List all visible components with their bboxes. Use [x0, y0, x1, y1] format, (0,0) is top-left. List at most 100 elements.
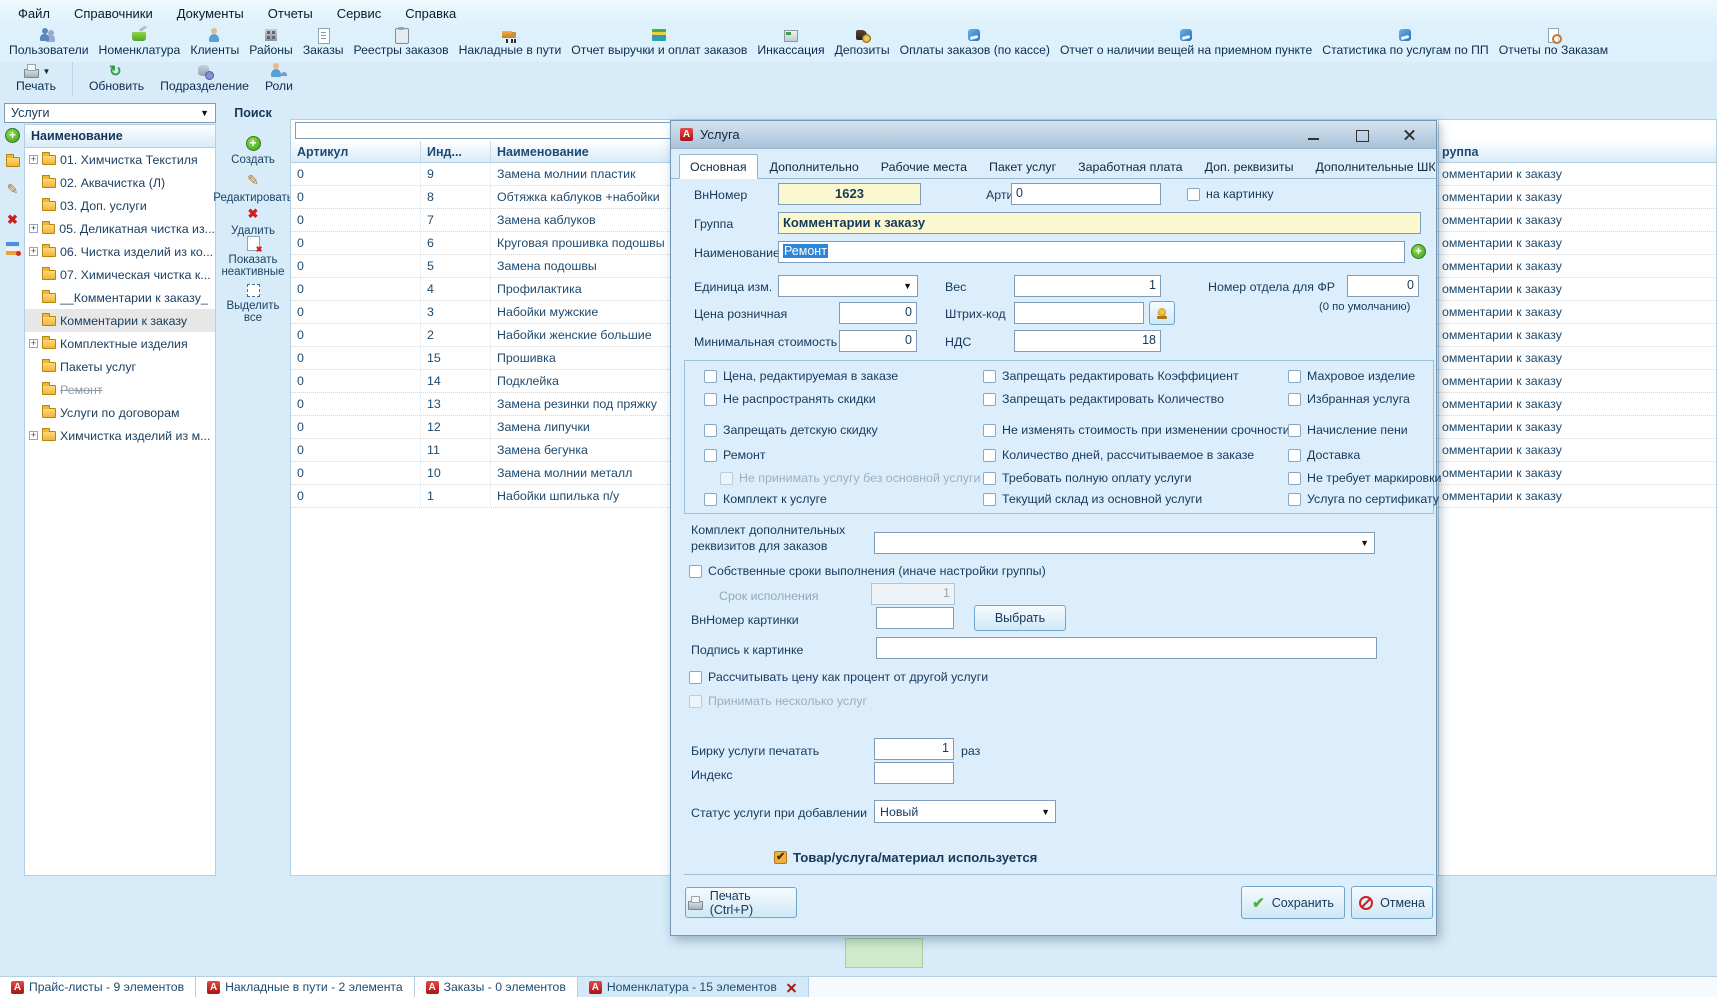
tree-item[interactable]: 06. Чистка изделий из ко...	[25, 240, 215, 263]
delete-button[interactable]: Удалить	[216, 206, 290, 237]
tab-main[interactable]: Основная	[679, 154, 758, 179]
toolbar-collection[interactable]: Инкассация	[752, 26, 829, 58]
maximize-icon[interactable]	[1351, 127, 1373, 143]
chevron-down-icon[interactable]: ▼	[43, 67, 51, 76]
table-cell[interactable]: омментарии к заказу	[1439, 301, 1716, 324]
minimize-icon[interactable]	[1303, 127, 1325, 143]
show-inactive-button[interactable]: Показать неактивные	[216, 236, 290, 278]
expand-icon[interactable]	[29, 339, 38, 348]
tree-item[interactable]: 07. Химическая чистка к...	[25, 263, 215, 286]
column-header-index[interactable]: Инд...	[421, 141, 491, 162]
column-header-article[interactable]: Артикул	[291, 141, 421, 162]
on-image-checkbox[interactable]: на картинку	[1187, 187, 1274, 201]
group-field[interactable]: Комментарии к заказу	[778, 212, 1421, 234]
add-icon[interactable]	[5, 128, 20, 143]
checkbox-require-full-payment[interactable]: Требовать полную оплату услуги	[983, 471, 1192, 485]
refresh-button[interactable]: Обновить	[81, 62, 152, 94]
tree-item[interactable]: Химчистка изделий из м...	[25, 424, 215, 447]
term-field[interactable]: 1	[871, 583, 955, 605]
tree-item[interactable]: 03. Доп. услуги	[25, 194, 215, 217]
toolbar-nomenclature[interactable]: Номенклатура	[94, 26, 186, 58]
checkbox-forbid-coefficient[interactable]: Запрещать редактировать Коэффициент	[983, 369, 1239, 383]
toolbar-order-reports[interactable]: Отчеты по Заказам	[1494, 26, 1613, 58]
layers-icon[interactable]	[6, 242, 20, 255]
vat-field[interactable]: 18	[1014, 330, 1161, 352]
table-cell[interactable]: омментарии к заказу	[1439, 393, 1716, 416]
toolbar-payments[interactable]: Оплаты заказов (по кассе)	[895, 26, 1055, 58]
menu-help[interactable]: Справка	[393, 2, 468, 25]
table-cell[interactable]: омментарии к заказу	[1439, 255, 1716, 278]
tab-nomenclature[interactable]: AНоменклатура - 15 элементов	[578, 977, 809, 997]
menu-service[interactable]: Сервис	[325, 2, 394, 25]
index-field[interactable]	[874, 762, 954, 784]
table-cell[interactable]: омментарии к заказу	[1439, 324, 1716, 347]
tab-price-lists[interactable]: AПрайс-листы - 9 элементов	[0, 977, 196, 997]
print-button[interactable]: ▼ Печать	[8, 62, 64, 94]
tab-workplaces[interactable]: Рабочие места	[871, 155, 977, 178]
create-button[interactable]: Создать	[216, 136, 290, 166]
image-number-field[interactable]	[876, 607, 954, 629]
checkbox-no-accept-without-main[interactable]: Не принимать услугу без основной услуги	[720, 471, 980, 485]
checkbox-repair[interactable]: Ремонт	[704, 448, 766, 462]
checkbox-no-marking[interactable]: Не требует маркировки	[1288, 471, 1441, 485]
unit-select[interactable]: ▼	[778, 275, 918, 297]
toolbar-waybills[interactable]: Накладные в пути	[454, 26, 567, 58]
toolbar-revenue-report[interactable]: Отчет выручки и оплат заказов	[566, 26, 752, 58]
checkbox-no-change-cost-urgency[interactable]: Не изменять стоимость при изменении сроч…	[983, 423, 1290, 437]
table-cell[interactable]: омментарии к заказу	[1439, 232, 1716, 255]
checkbox-no-discounts[interactable]: Не распространять скидки	[704, 392, 876, 406]
checkbox-certificate-service[interactable]: Услуга по сертификату	[1288, 492, 1439, 506]
retail-price-field[interactable]: 0	[839, 302, 917, 324]
tab-service-package[interactable]: Пакет услуг	[979, 155, 1066, 178]
name-field[interactable]: Ремонт	[778, 241, 1405, 263]
add-icon[interactable]	[1411, 244, 1426, 259]
own-terms-checkbox[interactable]: Собственные сроки выполнения (иначе наст…	[689, 564, 1046, 578]
tree-item[interactable]: Пакеты услуг	[25, 355, 215, 378]
tab-waybills[interactable]: AНакладные в пути - 2 элемента	[196, 977, 415, 997]
menu-file[interactable]: Файл	[6, 2, 62, 25]
toolbar-clients[interactable]: Клиенты	[185, 26, 244, 58]
expand-icon[interactable]	[29, 247, 38, 256]
tab-salary[interactable]: Заработная плата	[1068, 155, 1192, 178]
table-cell[interactable]: омментарии к заказу	[1439, 209, 1716, 232]
tree-item[interactable]: Комплектные изделия	[25, 332, 215, 355]
toolbar-order-registers[interactable]: Реестры заказов	[349, 26, 454, 58]
weight-field[interactable]: 1	[1014, 275, 1161, 297]
toolbar-users[interactable]: Пользователи	[4, 26, 94, 58]
item-used-checkbox[interactable]: Товар/услуга/материал используется	[774, 850, 1037, 865]
column-header-group[interactable]: руппа	[1439, 141, 1716, 163]
table-cell[interactable]: омментарии к заказу	[1439, 278, 1716, 301]
toolbar-stats[interactable]: Статистика по услугам по ПП	[1317, 26, 1493, 58]
table-cell[interactable]: омментарии к заказу	[1439, 186, 1716, 209]
checkbox-penalty[interactable]: Начисление пени	[1288, 423, 1408, 437]
barcode-field[interactable]	[1014, 302, 1144, 324]
table-cell[interactable]: омментарии к заказу	[1439, 485, 1716, 508]
division-button[interactable]: Подразделение	[152, 62, 257, 94]
checkbox-delivery[interactable]: Доставка	[1288, 448, 1360, 462]
table-cell[interactable]: омментарии к заказу	[1439, 462, 1716, 485]
caption-field[interactable]	[876, 637, 1377, 659]
menu-reports[interactable]: Отчеты	[256, 2, 325, 25]
folder-icon[interactable]	[6, 157, 20, 167]
multiple-services-checkbox[interactable]: Принимать несколько услуг	[689, 694, 867, 708]
tree-item[interactable]: 05. Деликатная чистка из...	[25, 217, 215, 240]
select-all-button[interactable]: Выделить все	[216, 284, 290, 324]
tab-extra-attributes[interactable]: Доп. реквизиты	[1195, 155, 1304, 178]
barcode-scan-button[interactable]	[1149, 301, 1175, 325]
table-cell[interactable]: омментарии к заказу	[1439, 347, 1716, 370]
min-cost-field[interactable]: 0	[839, 330, 917, 352]
tab-orders[interactable]: AЗаказы - 0 элементов	[415, 977, 578, 997]
checkbox-price-editable[interactable]: Цена, редактируемая в заказе	[704, 369, 898, 383]
status-select[interactable]: Новый▼	[874, 800, 1056, 823]
choose-button[interactable]: Выбрать	[974, 605, 1066, 631]
dialog-title-bar[interactable]: A Услуга	[671, 121, 1436, 149]
cancel-button[interactable]: Отмена	[1351, 886, 1433, 919]
close-icon[interactable]	[1399, 127, 1421, 143]
vn-number-field[interactable]: 1623	[778, 183, 921, 205]
kit-select[interactable]: ▼	[874, 532, 1375, 554]
dialog-print-button[interactable]: Печать (Ctrl+P)	[685, 887, 797, 918]
checkbox-days-calculated[interactable]: Количество дней, рассчитываемое в заказе	[983, 448, 1254, 462]
save-button[interactable]: Сохранить	[1241, 886, 1345, 919]
edit-button[interactable]: Редактировать	[216, 172, 290, 204]
checkbox-favorite-service[interactable]: Избранная услуга	[1288, 392, 1410, 406]
